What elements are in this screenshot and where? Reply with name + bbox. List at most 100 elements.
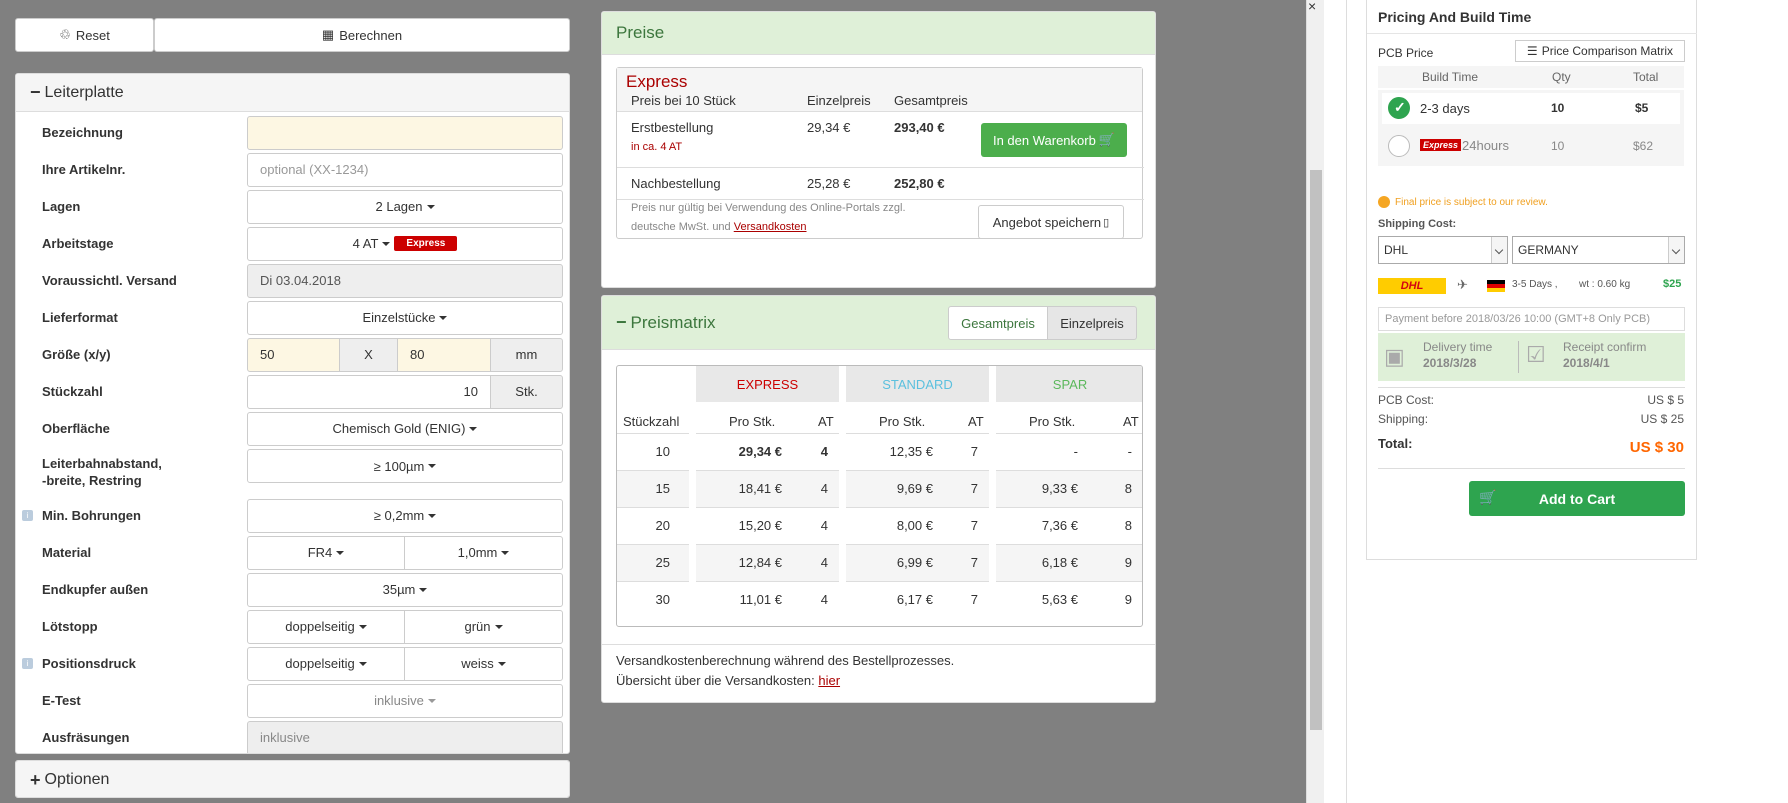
cell-spar-at: 8 (1124, 481, 1132, 496)
etest-select[interactable]: inklusive (247, 683, 563, 718)
col-einzelpreis: Einzelpreis (807, 93, 871, 108)
col-build-time: Build Time (1422, 70, 1479, 84)
add-to-cart-button[interactable]: 🛒 Add to Cart (1469, 481, 1685, 516)
artikel-input[interactable]: optional (XX-1234) (247, 152, 563, 187)
close-icon[interactable]: × (1308, 0, 1316, 14)
versandkosten-link[interactable]: Versandkosten (734, 221, 807, 233)
column-gap (989, 470, 996, 507)
preis-note-2: deutsche MwSt. und Versandkosten (631, 221, 807, 233)
optionen-header[interactable]: + Optionen (16, 761, 569, 797)
group-express: EXPRESS (736, 376, 799, 392)
preise-panel: Preise Express Preis bei 10 Stück Einzel… (601, 11, 1156, 288)
express-badge: Express (1420, 139, 1462, 151)
carrier-select[interactable]: DHL (1378, 236, 1508, 264)
calculate-button[interactable]: ▦ Berechnen (154, 18, 570, 52)
cell-qty: 20 (655, 518, 670, 533)
oberflaeche-select[interactable]: Chemisch Gold (ENIG) (247, 411, 563, 446)
express-badge: Express (394, 236, 458, 251)
versandkosten-hier-link[interactable]: hier (818, 673, 840, 688)
cell-spar-price: 6,18 € (1041, 555, 1078, 570)
material-thickness-select[interactable]: 1,0mm (404, 535, 563, 570)
erst-einzel: 29,34 € (807, 120, 851, 135)
germany-flag-icon (1487, 280, 1505, 292)
cell-spar-at: 9 (1124, 555, 1132, 570)
scroll-thumb[interactable] (1310, 170, 1322, 730)
positionsdruck-color-select[interactable]: weiss (404, 646, 563, 681)
cell-standard-price: 9,69 € (896, 481, 933, 496)
caret-down-icon (382, 241, 391, 246)
groesse-separator: X (339, 337, 398, 372)
preise-box: Express Preis bei 10 Stück Einzelpreis G… (616, 67, 1144, 239)
add-to-basket-button[interactable]: In den Warenkorb 🛒 (981, 123, 1127, 157)
preis-note-1: Preis nur gültig bei Verwendung des Onli… (631, 202, 906, 214)
column-gap (689, 507, 696, 544)
radio-button[interactable] (1388, 135, 1410, 157)
column-gap (689, 470, 696, 507)
bezeichnung-input[interactable] (247, 115, 563, 150)
build-option-1[interactable]: ✓ 2-3 days 10 $5 (1378, 90, 1684, 126)
chevron-down-icon (1668, 237, 1684, 263)
abstand-select[interactable]: ≥ 100µm (247, 449, 563, 483)
row-artikel: Ihre Artikelnr. optional (XX-1234) (16, 151, 569, 188)
cell-spar-at: 9 (1124, 592, 1132, 607)
groesse-y-input[interactable]: 80 (397, 337, 491, 372)
cell-qty: 25 (655, 555, 670, 570)
cell-express-at: 4 (820, 592, 828, 607)
stueckzahl-unit: Stk. (490, 374, 563, 409)
column-gap (689, 433, 696, 470)
country-select[interactable]: GERMANY (1512, 236, 1685, 264)
preismatrix-header[interactable]: − Preismatrix Gesamtpreis Einzelpreis (602, 296, 1155, 350)
lagen-select[interactable]: 2 Lagen (247, 189, 563, 224)
groesse-x-input[interactable]: 50 (247, 337, 340, 372)
delivery-date: 2018/3/28 (1423, 356, 1477, 370)
check-icon[interactable]: ✓ (1388, 97, 1410, 119)
arbeitstage-select[interactable]: 4 AT Express (247, 226, 563, 261)
column-gap (839, 507, 846, 544)
shipping-cost-row-label: Shipping: (1378, 412, 1429, 426)
info-icon[interactable]: i (22, 510, 33, 521)
divider (617, 167, 1144, 168)
row-material: Material FR4 1,0mm (16, 534, 569, 571)
gesamtpreis-toggle[interactable]: Gesamtpreis (948, 306, 1048, 340)
material-select[interactable]: FR4 (247, 535, 405, 570)
nach-label: Nachbestellung (631, 176, 721, 191)
build-option-2[interactable]: Express 24hours 10 $62 (1378, 126, 1684, 166)
cell-standard-at: 7 (970, 481, 978, 496)
column-gap (989, 507, 996, 544)
positionsdruck-select[interactable]: doppelseitig (247, 646, 405, 681)
row-versand: Voraussichtl. Versand Di 03.04.2018 (16, 262, 569, 299)
einzelpreis-toggle[interactable]: Einzelpreis (1047, 306, 1137, 340)
delivery-box: ▣ Delivery time 2018/3/28 ☑ Receipt conf… (1378, 333, 1685, 381)
bohrungen-select[interactable]: ≥ 0,2mm (247, 498, 563, 533)
column-gap (989, 366, 996, 402)
price-comparison-button[interactable]: ☰ Price Comparison Matrix (1515, 40, 1685, 62)
loetstopp-select[interactable]: doppelseitig (247, 609, 405, 644)
page-scrollbar[interactable] (1306, 0, 1324, 803)
cell-express-price: 11,01 € (739, 592, 782, 607)
ausfraesungen-field: inklusive (247, 720, 563, 753)
info-icon[interactable]: i (22, 658, 33, 669)
caret-down-icon (469, 426, 478, 431)
save-offer-button[interactable]: Angebot speichern ▯ (978, 205, 1124, 239)
column-gap (839, 433, 846, 470)
pcb-price-label: PCB Price (1378, 46, 1434, 60)
column-gap (839, 581, 846, 618)
reset-button[interactable]: ♲ Reset (15, 18, 154, 52)
lieferformat-select[interactable]: Einzelstücke (247, 300, 563, 335)
caret-down-icon (494, 624, 503, 629)
build-time-header: Build Time Qty Total (1378, 66, 1684, 88)
stueckzahl-input[interactable]: 10 (247, 374, 491, 409)
caret-down-icon (336, 550, 345, 555)
optionen-panel[interactable]: + Optionen (15, 760, 570, 798)
nach-gesamt: 252,80 € (894, 176, 945, 191)
cell-standard-at: 7 (970, 444, 978, 459)
leiterplatte-header[interactable]: − Leiterplatte (16, 74, 569, 112)
box-icon: ▣ (1384, 344, 1405, 369)
row-groesse: Größe (x/y) 50 X 80 mm (16, 336, 569, 373)
loetstopp-color-select[interactable]: grün (404, 609, 563, 644)
endkupfer-select[interactable]: 35µm (247, 572, 563, 607)
cart-icon: 🛒 (1098, 132, 1116, 147)
caret-down-icon (358, 624, 367, 629)
recycle-icon: ♲ (59, 27, 71, 42)
caret-down-icon (419, 587, 428, 592)
